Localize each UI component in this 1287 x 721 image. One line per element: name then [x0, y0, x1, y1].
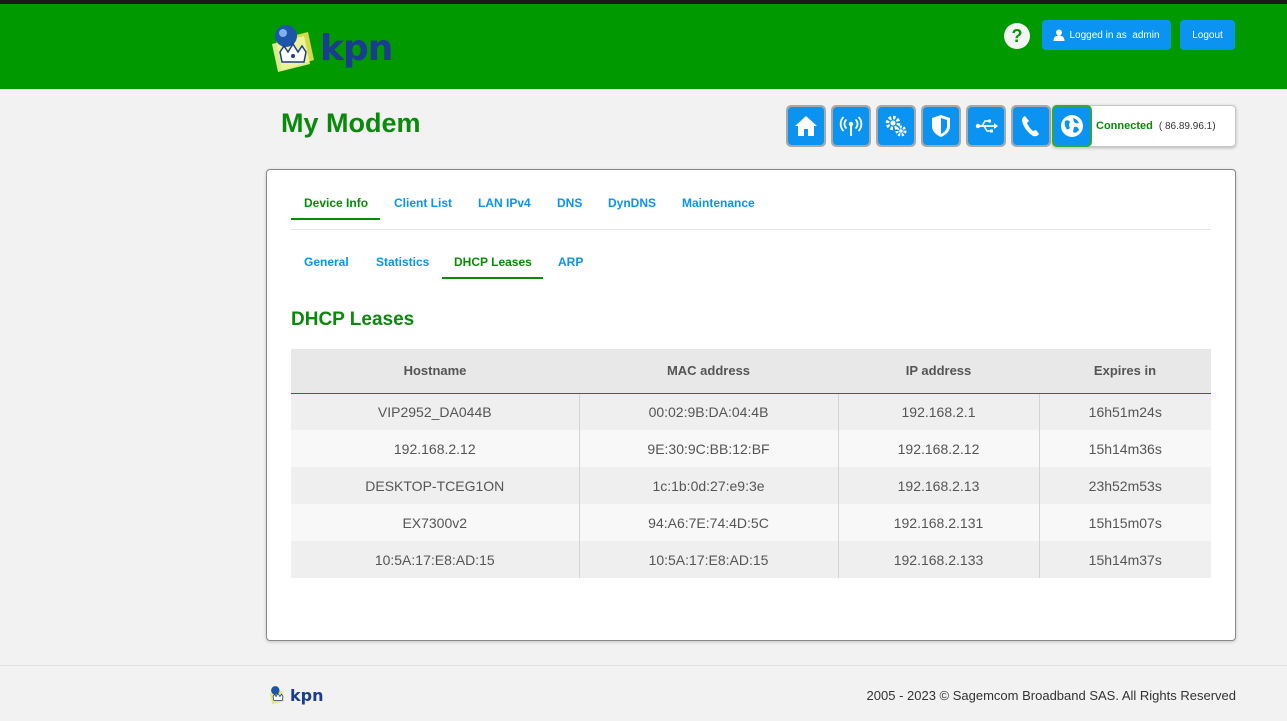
home-icon [795, 116, 817, 136]
table-row: EX7300v2 94:A6:7E:74:4D:5C 192.168.2.131… [291, 504, 1211, 541]
table-row: DESKTOP-TCEG1ON 1c:1b:0d:27:e9:3e 192.16… [291, 467, 1211, 504]
cell-mac: 00:02:9B:DA:04:4B [579, 393, 839, 430]
quick-nav-bar [786, 105, 1056, 147]
globe-icon [1061, 114, 1083, 137]
cell-ip: 192.168.2.12 [838, 430, 1040, 467]
footer-logo[interactable]: kpn [268, 685, 323, 705]
login-prefix: Logged in as [1069, 29, 1127, 41]
footer: kpn 2005 - 2023 © Sagemcom Broadband SAS… [0, 666, 1287, 721]
tab-device-info[interactable]: Device Info [304, 196, 368, 210]
connection-label: Connected [1096, 120, 1153, 132]
content-card: Device Info Client List LAN IPv4 DNS Dyn… [266, 169, 1236, 641]
header-bar: kpn ? Logged in as admin Logout [0, 4, 1287, 89]
col-hostname: Hostname [291, 349, 579, 394]
settings-button[interactable] [876, 105, 916, 147]
tab-dyndns[interactable]: DynDNS [608, 196, 656, 210]
tab-dns[interactable]: DNS [557, 196, 582, 210]
logout-button[interactable]: Logout [1180, 20, 1235, 50]
table-row: 192.168.2.12 9E:30:9C:BB:12:BF 192.168.2… [291, 430, 1211, 467]
login-user: admin [1132, 29, 1160, 41]
copyright-text: 2005 - 2023 © Sagemcom Broadband SAS. Al… [866, 688, 1236, 703]
cell-hostname: EX7300v2 [291, 504, 580, 541]
cell-ip: 192.168.2.13 [838, 467, 1040, 504]
cell-mac: 94:A6:7E:74:4D:5C [579, 504, 839, 541]
subtab-general[interactable]: General [304, 255, 349, 269]
cell-expires: 15h14m37s [1039, 541, 1211, 578]
dhcp-leases-table: Hostname MAC address IP address Expires … [291, 349, 1211, 578]
internet-button[interactable] [1052, 104, 1092, 147]
connection-ip: ( 86.89.96.1) [1158, 120, 1216, 132]
col-mac-address: MAC address [579, 349, 838, 394]
table-header-row: Hostname MAC address IP address Expires … [291, 349, 1211, 394]
help-button[interactable]: ? [1004, 23, 1030, 49]
cell-expires: 16h51m24s [1039, 393, 1211, 430]
col-ip-address: IP address [838, 349, 1039, 394]
subtab-statistics[interactable]: Statistics [376, 255, 429, 269]
section-title: DHCP Leases [291, 309, 415, 330]
table-row: VIP2952_DA044B 00:02:9B:DA:04:4B 192.168… [291, 393, 1211, 430]
footer-logo-text: kpn [290, 685, 324, 705]
logo-text: kpn [320, 27, 393, 69]
col-expires-in: Expires in [1039, 349, 1211, 394]
settings-icon [885, 115, 907, 137]
phone-icon [1022, 116, 1039, 137]
logged-in-button[interactable]: Logged in as admin [1042, 20, 1171, 50]
cell-ip: 192.168.2.131 [838, 504, 1040, 541]
cell-hostname: 10:5A:17:E8:AD:15 [291, 541, 580, 578]
security-button[interactable] [921, 105, 961, 147]
kpn-crown-icon [268, 22, 318, 74]
connection-status[interactable]: Connected ( 86.89.96.1) [1052, 104, 1236, 147]
usb-button[interactable] [966, 105, 1006, 147]
usb-icon [975, 119, 998, 133]
shield-icon [932, 115, 950, 137]
page-title: My Modem [281, 108, 421, 138]
phone-button[interactable] [1011, 105, 1051, 147]
table-row: 10:5A:17:E8:AD:15 10:5A:17:E8:AD:15 192.… [291, 541, 1211, 578]
tab-maintenance[interactable]: Maintenance [682, 196, 755, 210]
tab-lan-ipv4[interactable]: LAN IPv4 [478, 196, 531, 210]
user-icon [1053, 29, 1065, 41]
cell-expires: 15h14m36s [1039, 430, 1211, 467]
cell-expires: 15h15m07s [1039, 504, 1211, 541]
cell-mac: 10:5A:17:E8:AD:15 [579, 541, 839, 578]
subtab-active-indicator [442, 277, 543, 279]
cell-mac: 1c:1b:0d:27:e9:3e [579, 467, 839, 504]
subtab-dhcp-leases[interactable]: DHCP Leases [454, 255, 532, 269]
cell-hostname: VIP2952_DA044B [291, 393, 580, 430]
cell-ip: 192.168.2.1 [838, 393, 1040, 430]
cell-ip: 192.168.2.133 [838, 541, 1040, 578]
cell-expires: 23h52m53s [1039, 467, 1211, 504]
subtab-arp[interactable]: ARP [558, 255, 583, 269]
kpn-crown-icon [269, 686, 285, 705]
wifi-icon [839, 116, 863, 136]
cell-mac: 9E:30:9C:BB:12:BF [579, 430, 839, 467]
tab-client-list[interactable]: Client List [394, 196, 452, 210]
cell-hostname: 192.168.2.12 [291, 430, 580, 467]
tab-active-indicator [291, 218, 380, 220]
home-button[interactable] [786, 105, 826, 147]
cell-hostname: DESKTOP-TCEG1ON [291, 467, 580, 504]
kpn-logo[interactable]: kpn [268, 22, 393, 74]
wifi-button[interactable] [831, 105, 871, 147]
